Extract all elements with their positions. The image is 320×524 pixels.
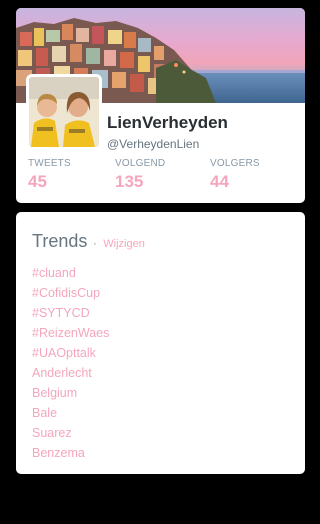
trends-list: #cluand #CofidisCup #SYTYCD #ReizenWaes …	[32, 263, 109, 463]
stat-followers[interactable]: VOLGERS 44	[210, 158, 260, 192]
stat-followers-label: VOLGERS	[210, 158, 260, 169]
stat-following-label: VOLGEND	[115, 158, 166, 169]
stat-following[interactable]: VOLGEND 135	[115, 158, 165, 192]
trends-card: Trends · Wijzigen #cluand #CofidisCup #S…	[16, 212, 305, 474]
stat-tweets-value: 45	[28, 172, 47, 191]
avatar[interactable]	[26, 74, 102, 150]
trend-item[interactable]: Belgium	[32, 383, 109, 403]
trend-item[interactable]: Bale	[32, 403, 109, 423]
trend-item[interactable]: Benzema	[32, 443, 109, 463]
trend-item[interactable]: #UAOpttalk	[32, 343, 109, 363]
trend-item[interactable]: Suarez	[32, 423, 109, 443]
stat-followers-value: 44	[210, 172, 229, 191]
trend-item[interactable]: #cluand	[32, 263, 109, 283]
trend-item[interactable]: #ReizenWaes	[32, 323, 109, 343]
profile-card: LienVerheyden @VerheydenLien TWEETS 45 V…	[16, 8, 305, 203]
trend-item[interactable]: #CofidisCup	[32, 283, 109, 303]
profile-name[interactable]: LienVerheyden	[107, 113, 228, 133]
trend-item[interactable]: #SYTYCD	[32, 303, 109, 323]
profile-handle[interactable]: @VerheydenLien	[107, 137, 199, 151]
trends-title: Trends	[32, 231, 88, 251]
stat-tweets[interactable]: TWEETS 45	[28, 158, 71, 192]
trend-item[interactable]: Anderlecht	[32, 363, 109, 383]
change-trends-link[interactable]: Wijzigen	[103, 238, 145, 250]
trends-header: Trends · Wijzigen	[32, 231, 145, 252]
trends-separator: ·	[92, 236, 97, 250]
stat-tweets-label: TWEETS	[28, 158, 71, 169]
stat-following-value: 135	[115, 172, 144, 191]
